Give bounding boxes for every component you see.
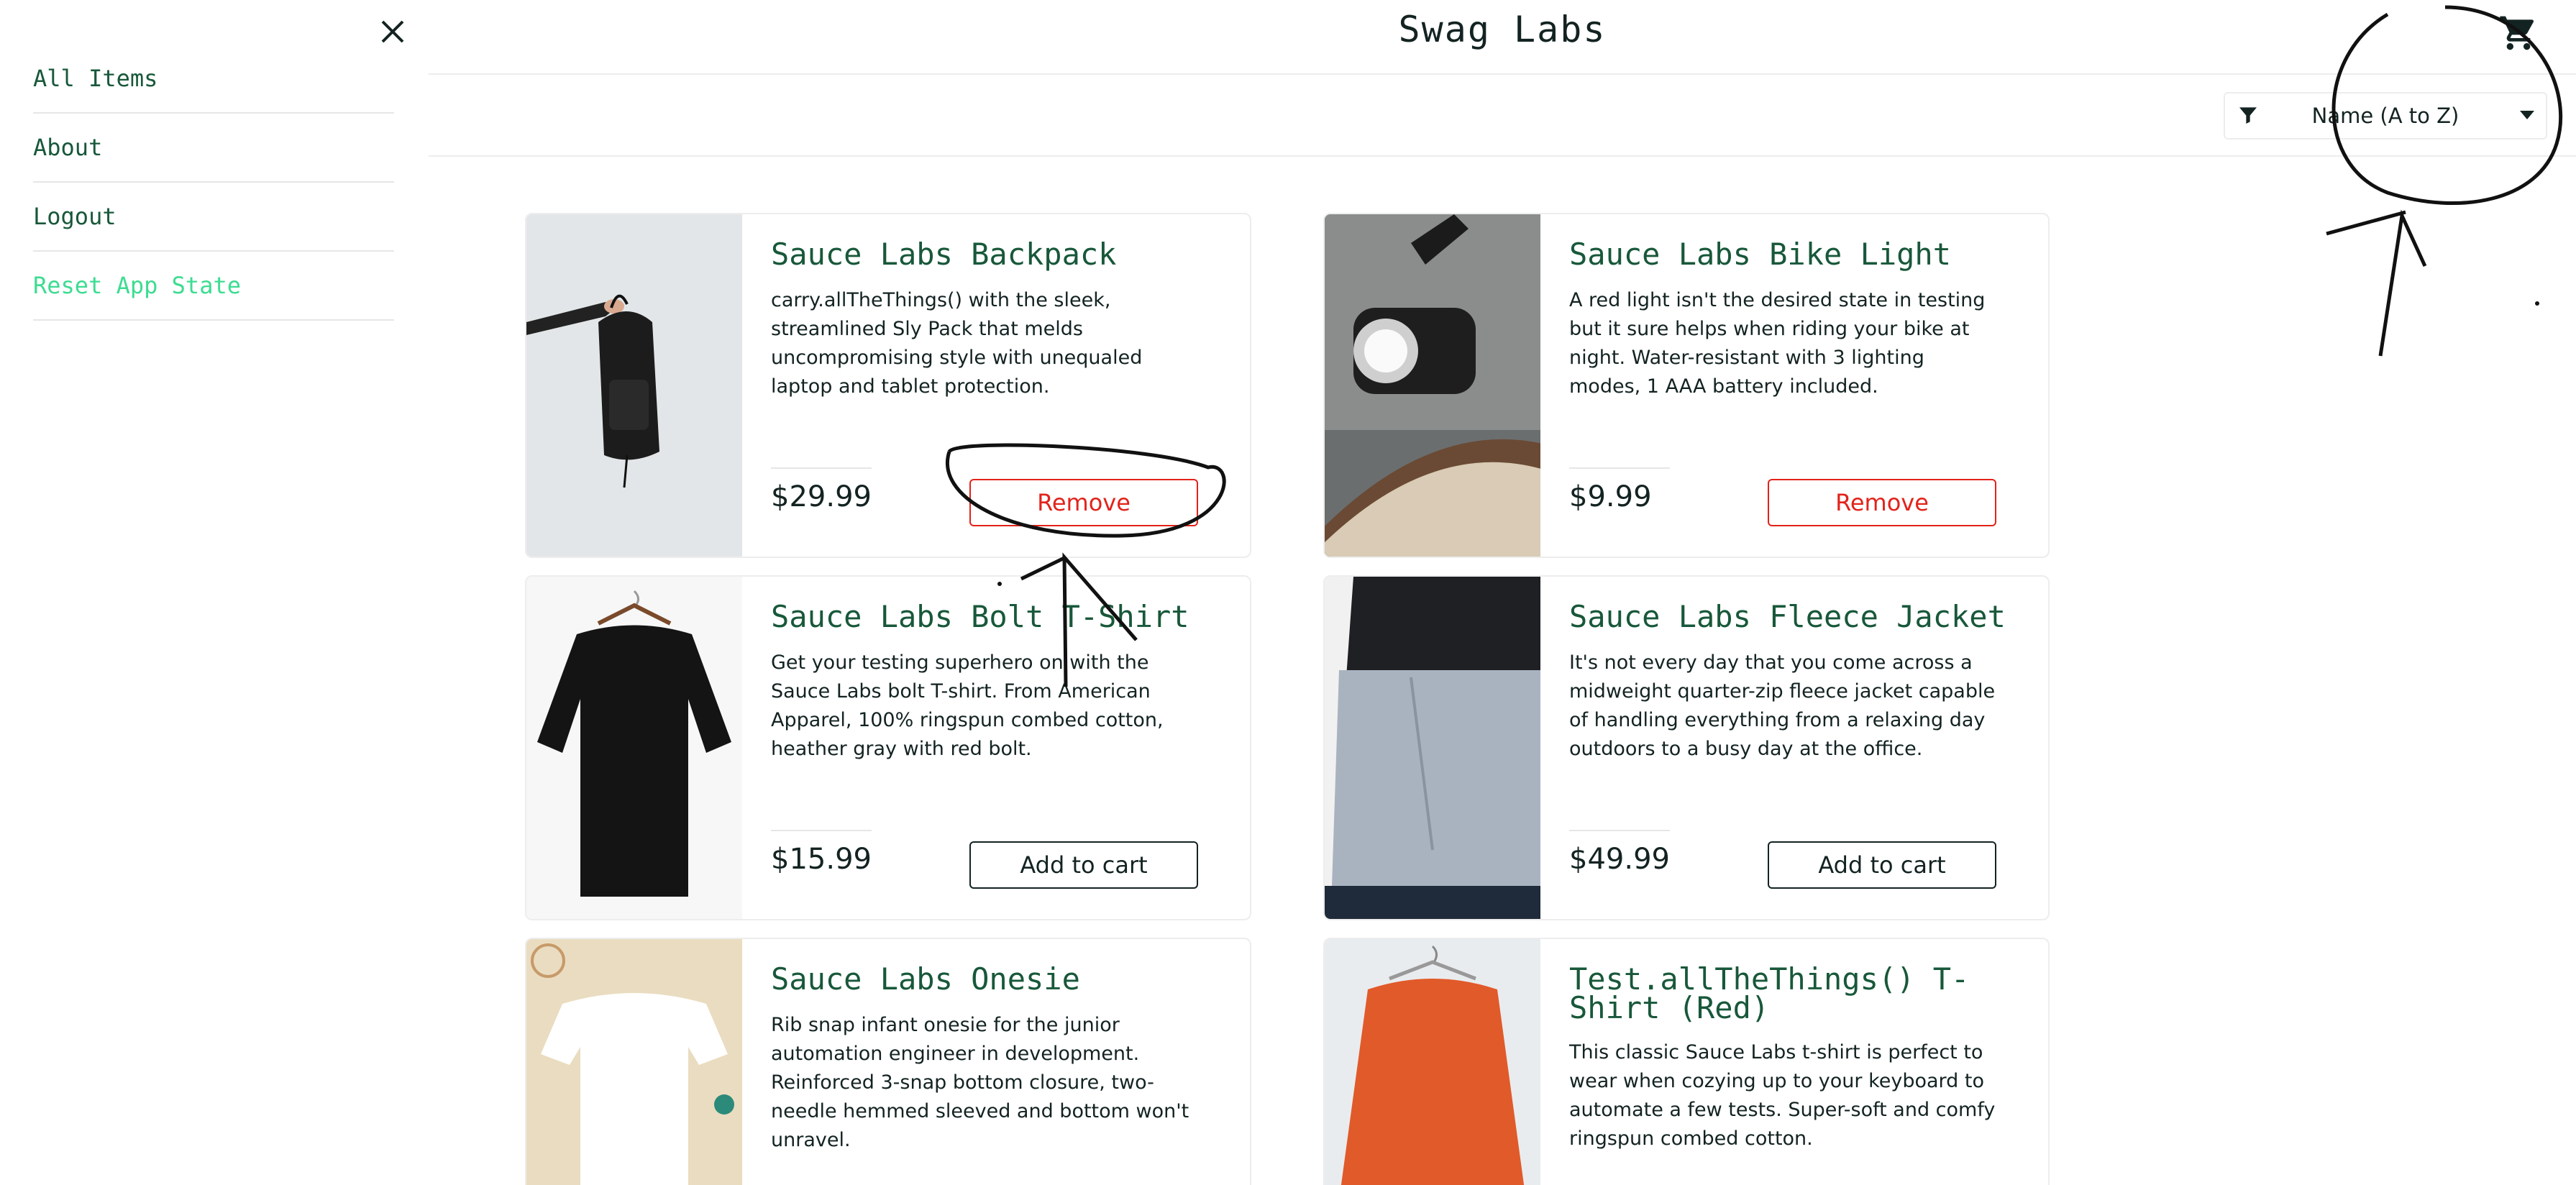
- product-image-bolt-tshirt[interactable]: [526, 577, 742, 919]
- app-title: Swag Labs: [1398, 9, 1607, 50]
- sidebar-menu: All Items About Logout Reset App State: [0, 0, 429, 1185]
- product-description: This classic Sauce Labs t-shirt is perfe…: [1569, 1041, 1996, 1150]
- close-icon[interactable]: [375, 14, 410, 49]
- header: Swag Labs: [429, 0, 2576, 75]
- product-name[interactable]: Test.allTheThings() T-Shirt (Red): [1569, 964, 2029, 1023]
- remove-button[interactable]: Remove: [969, 479, 1198, 526]
- product-description: It's not every day that you come across …: [1569, 651, 1996, 760]
- product-image-fleece-jacket[interactable]: [1325, 577, 1540, 919]
- divider: [771, 467, 872, 469]
- product-price: $15.99: [771, 843, 872, 876]
- sidebar-item-reset-app-state[interactable]: Reset App State: [33, 252, 394, 321]
- divider: [1569, 467, 1670, 469]
- product-card: Sauce Labs Backpack carry.allTheThings()…: [525, 213, 1251, 558]
- product-price: $29.99: [771, 480, 872, 513]
- product-card: Sauce Labs Onesie Rib snap infant onesie…: [525, 938, 1251, 1185]
- product-card: Sauce Labs Bolt T-Shirt Get your testing…: [525, 575, 1251, 920]
- product-name[interactable]: Sauce Labs Fleece Jacket: [1569, 602, 2029, 632]
- product-price: $9.99: [1569, 480, 1652, 513]
- product-card: Sauce Labs Bike Light A red light isn't …: [1323, 213, 2050, 558]
- product-card: Sauce Labs Fleece Jacket It's not every …: [1323, 575, 2050, 920]
- product-name[interactable]: Sauce Labs Backpack: [771, 239, 1231, 270]
- product-name[interactable]: Sauce Labs Bike Light: [1569, 239, 2029, 270]
- remove-button[interactable]: Remove: [1768, 479, 1996, 526]
- sub-header: Name (A to Z): [429, 73, 2576, 157]
- page: All Items About Logout Reset App State S…: [0, 0, 2576, 1185]
- product-name[interactable]: Sauce Labs Onesie: [771, 964, 1231, 994]
- shopping-cart-icon[interactable]: [2498, 13, 2539, 53]
- chevron-down-icon: [2520, 111, 2534, 119]
- product-image-bike-light[interactable]: [1325, 214, 1540, 557]
- annotation-arrow-cart: [2378, 209, 2427, 357]
- add-to-cart-button[interactable]: Add to cart: [1768, 841, 1996, 889]
- divider: [1569, 830, 1670, 831]
- product-price: $49.99: [1569, 843, 1670, 876]
- product-description: Get your testing superhero on with the S…: [771, 651, 1164, 760]
- product-name[interactable]: Sauce Labs Bolt T-Shirt: [771, 602, 1231, 632]
- product-image-onesie[interactable]: [526, 939, 742, 1185]
- product-description: A red light isn't the desired state in t…: [1569, 289, 1986, 398]
- divider: [771, 830, 872, 831]
- add-to-cart-button[interactable]: Add to cart: [969, 841, 1198, 889]
- sort-dropdown[interactable]: Name (A to Z): [2224, 92, 2547, 139]
- product-description: Rib snap infant onesie for the junior au…: [771, 1014, 1189, 1151]
- product-card: Test.allTheThings() T-Shirt (Red) This c…: [1323, 938, 2050, 1185]
- sidebar-item-about[interactable]: About: [33, 114, 394, 183]
- product-image-backpack[interactable]: [526, 214, 742, 557]
- sidebar-item-logout[interactable]: Logout: [33, 183, 394, 252]
- product-image-red-tshirt[interactable]: [1325, 939, 1540, 1185]
- product-description: carry.allTheThings() with the sleek, str…: [771, 289, 1143, 398]
- sidebar-item-all-items[interactable]: All Items: [33, 45, 394, 114]
- sort-selected-value: Name (A to Z): [2311, 104, 2459, 128]
